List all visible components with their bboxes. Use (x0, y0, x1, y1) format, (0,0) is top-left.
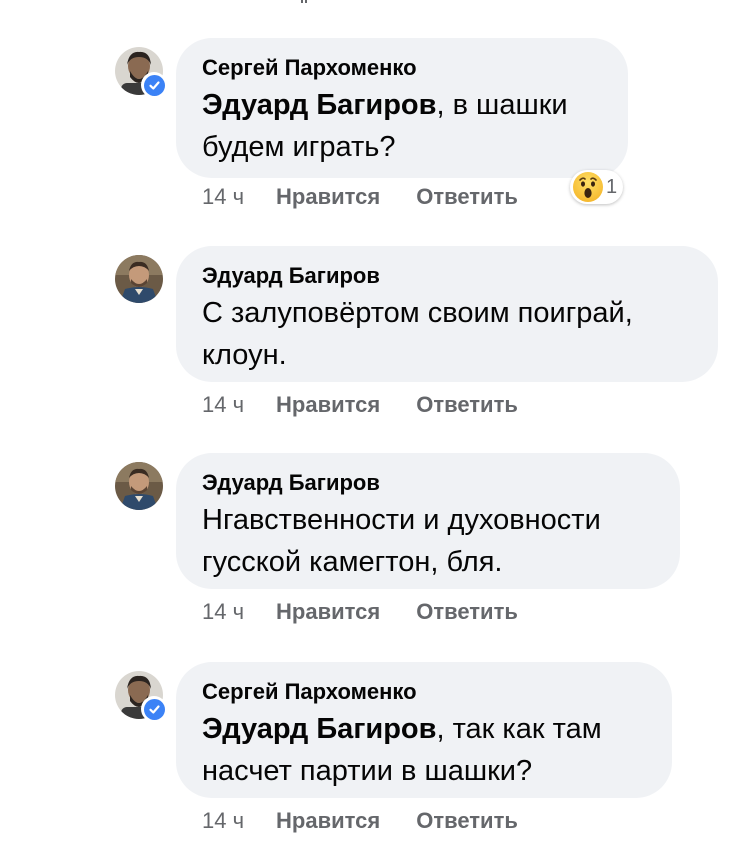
comment-text: Эдуард Багиров, так как там насчет партии… (202, 708, 646, 792)
verified-badge-icon (141, 72, 167, 98)
like-button[interactable]: Нравится (276, 390, 380, 420)
reply-button[interactable]: Ответить (416, 390, 518, 420)
comment-actions: 14 ч Нравится Ответить (202, 805, 518, 835)
comment-actions: 14 ч Нравится Ответить (202, 181, 518, 211)
comment-text: Нгавственности и духовности гусской камег… (202, 499, 654, 583)
reaction-summary[interactable]: 1 (570, 170, 624, 204)
comment-text-line2: насчет партии в шашки? (202, 755, 533, 787)
comment-time[interactable]: 14 ч (202, 806, 244, 836)
verified-badge-icon (141, 696, 167, 722)
avatar-photo-icon (115, 255, 163, 303)
reply-button[interactable]: Ответить (416, 182, 518, 212)
comment-text-line2: клоун. (202, 339, 287, 371)
comment-author[interactable]: Эдуард Багиров (202, 262, 692, 290)
comment-text-line2: гусской камегтон, бля. (202, 546, 503, 578)
comment-text-line1: С залуповёртом своим поиграй, (202, 297, 633, 329)
comment-bubble: Эдуард Багиров С залуповёртом своим поиг… (176, 246, 718, 382)
avatar-eduard[interactable] (115, 462, 163, 510)
comment-time[interactable]: 14 ч (202, 597, 244, 627)
reaction-count: 1 (606, 175, 618, 198)
comment-text-part: , в шашки (436, 89, 568, 121)
comment-text: Эдуард Багиров, в шашки будем играть? (202, 84, 602, 168)
comment-text-part: , так как там (436, 713, 602, 745)
comment-actions: 14 ч Нравится Ответить (202, 596, 518, 626)
comment-text-line1: Нгавственности и духовности (202, 504, 601, 536)
comment-bubble: Сергей Пархоменко Эдуард Багиров, в шашк… (176, 38, 628, 178)
wow-emoji-icon (573, 172, 603, 202)
avatar-photo-icon (115, 462, 163, 510)
avatar-sergey[interactable] (115, 47, 167, 98)
comment-author[interactable]: Эдуард Багиров (202, 469, 654, 497)
comment-text-line2: будем играть? (202, 131, 396, 163)
comment-text: С залуповёртом своим поиграй, клоун. (202, 292, 692, 376)
comment-bubble: Сергей Пархоменко Эдуард Багиров, так ка… (176, 662, 672, 798)
like-button[interactable]: Нравится (276, 597, 380, 627)
mention-link[interactable]: Эдуард Багиров (202, 89, 436, 121)
comment-author[interactable]: Сергей Пархоменко (202, 678, 646, 706)
comment-time[interactable]: 14 ч (202, 182, 244, 212)
comment-time[interactable]: 14 ч (202, 390, 244, 420)
like-button[interactable]: Нравится (276, 182, 380, 212)
avatar-eduard[interactable] (115, 255, 163, 303)
comment-actions: 14 ч Нравится Ответить (202, 389, 518, 419)
comment-bubble: Эдуард Багиров Нгавственности и духовнос… (176, 453, 680, 589)
mention-link[interactable]: Эдуард Багиров (202, 713, 436, 745)
like-button[interactable]: Нравится (276, 806, 380, 836)
comment-author[interactable]: Сергей Пархоменко (202, 54, 602, 82)
avatar-sergey[interactable] (115, 671, 167, 722)
reply-button[interactable]: Ответить (416, 806, 518, 836)
reply-button[interactable]: Ответить (416, 597, 518, 627)
clipped-text-fragment (300, 0, 312, 4)
